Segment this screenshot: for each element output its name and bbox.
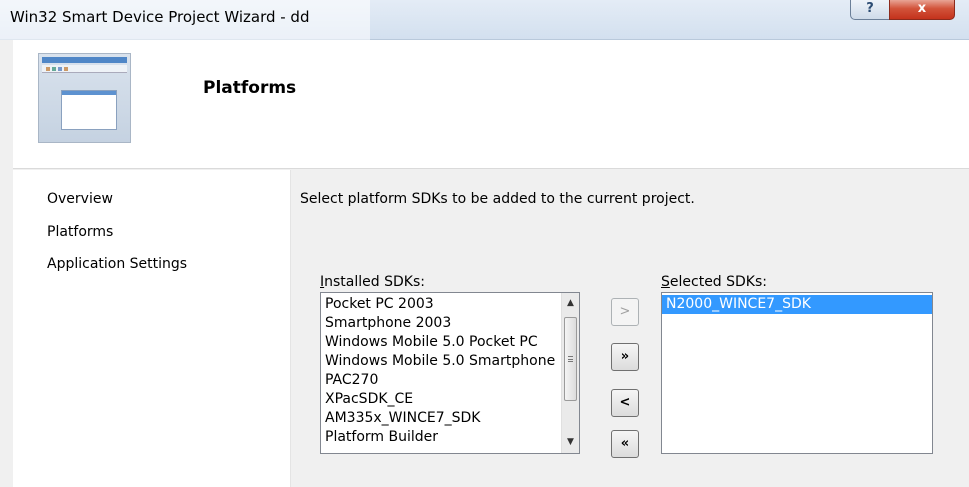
add-all-sdks-button[interactable]: » [611,343,639,371]
title-bar: Win32 Smart Device Project Wizard - dd ?… [0,0,969,40]
list-item[interactable]: Platform Builder [321,428,557,447]
list-item[interactable]: N2000_WINCE7_SDK [662,295,932,314]
remove-all-sdks-button[interactable]: « [611,430,639,458]
platforms-panel: Select platform SDKs to be added to the … [291,170,969,487]
list-item[interactable]: Pocket PC 2003 [321,295,557,314]
remove-sdk-button[interactable]: < [611,389,639,417]
installed-sdks-list[interactable]: Pocket PC 2003 Smartphone 2003 Windows M… [320,292,580,454]
page-title: Platforms [203,78,297,98]
wizard-window-icon [38,53,131,143]
nav-item-overview[interactable]: Overview [47,191,113,207]
scroll-down-icon[interactable]: ▼ [562,434,579,451]
list-item[interactable]: Windows Mobile 5.0 Pocket PC [321,333,557,352]
scroll-up-icon[interactable]: ▲ [562,295,579,312]
wizard-client: Platforms Overview Platforms Application… [13,40,969,487]
selected-sdks-list[interactable]: N2000_WINCE7_SDK [661,292,933,454]
list-item[interactable]: Smartphone 2003 [321,314,557,333]
help-icon: ? [866,1,874,16]
wizard-header: Platforms [13,40,969,169]
window-title: Win32 Smart Device Project Wizard - dd [10,8,310,26]
installed-sdks-label-text: nstalled SDKs: [324,274,425,290]
list-item[interactable]: AM335x_WINCE7_SDK [321,409,557,428]
instruction-text: Select platform SDKs to be added to the … [300,191,695,207]
nav-item-application-settings[interactable]: Application Settings [47,256,187,272]
close-button[interactable]: x [889,0,955,20]
add-sdk-button[interactable]: > [611,298,639,326]
selected-sdks-label: Selected SDKs: [661,274,767,290]
list-item[interactable]: PAC270 [321,371,557,390]
selected-sdks-mnemonic: S [661,274,670,290]
installed-sdks-label: Installed SDKs: [320,274,425,290]
nav-item-platforms[interactable]: Platforms [47,224,113,240]
help-button[interactable]: ? [850,0,890,20]
list-item[interactable]: Windows Mobile 5.0 Smartphone [321,352,557,371]
scroll-thumb[interactable] [564,317,577,401]
installed-list-scrollbar[interactable]: ▲ ▼ [561,293,579,453]
close-icon: x [917,1,927,16]
wizard-nav: Overview Platforms Application Settings [13,170,291,487]
selected-sdks-label-text: elected SDKs: [669,274,768,290]
list-item[interactable]: XPacSDK_CE [321,390,557,409]
